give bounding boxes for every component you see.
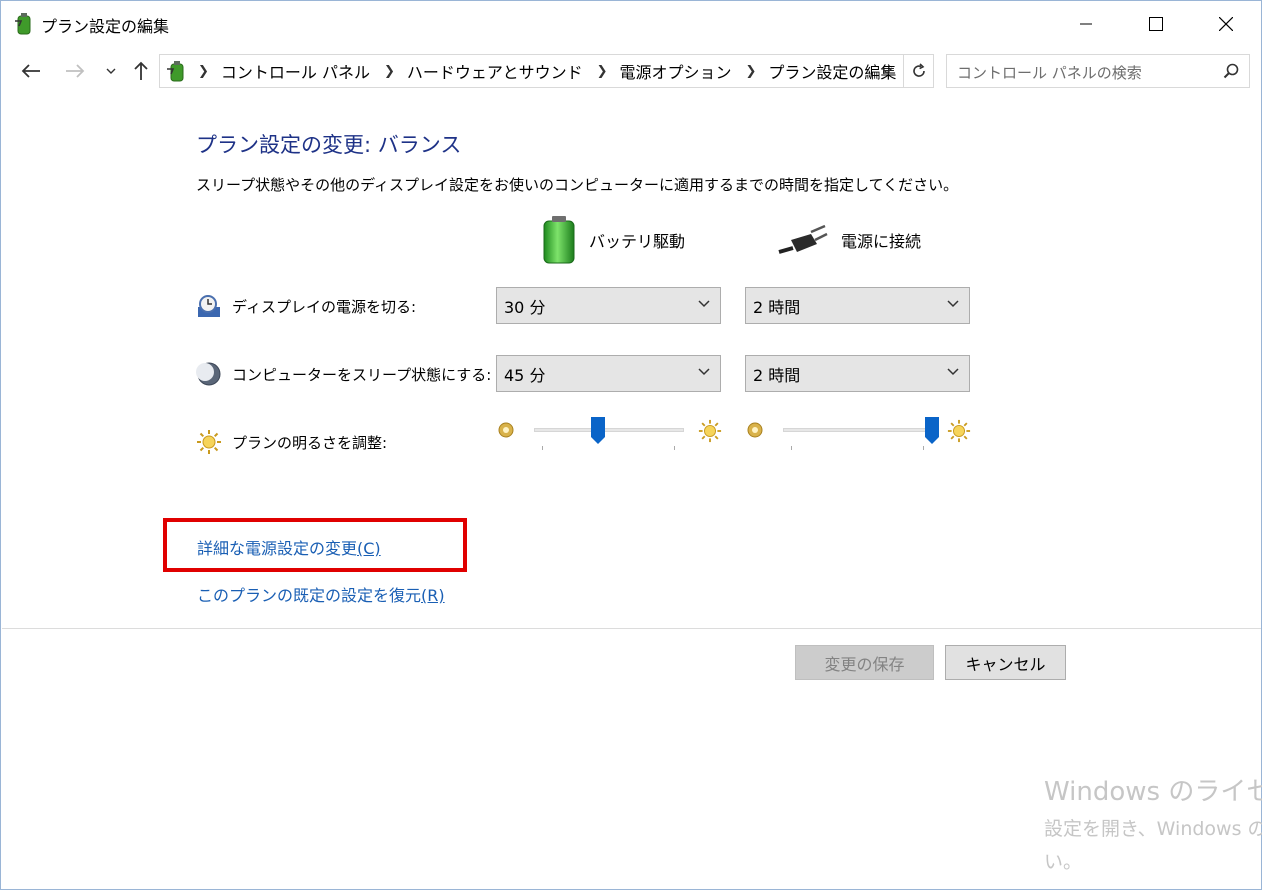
address-bar[interactable]: ❯ コントロール パネル ❯ ハードウェアとサウンド ❯ 電源オプション ❯ プ…: [159, 54, 934, 88]
restore-defaults-accesskey: (R): [421, 586, 445, 605]
dim-sun-icon: [747, 422, 763, 438]
search-input[interactable]: コントロール パネルの検索: [946, 54, 1250, 88]
page-title: プラン設定の変更: バランス: [196, 133, 462, 157]
sun-brightness-icon: [197, 430, 221, 454]
restore-defaults-link[interactable]: このプランの既定の設定を復元(R): [197, 582, 445, 606]
back-button[interactable]: [17, 57, 45, 85]
display-off-row: ディスプレイの電源を切る:: [196, 291, 416, 321]
chevron-down-icon: [698, 368, 710, 376]
slider-thumb[interactable]: [925, 417, 939, 444]
dim-sun-icon: [498, 422, 514, 438]
power-plug-icon: [778, 224, 828, 254]
advanced-settings-accesskey: (C): [357, 539, 381, 558]
up-arrow-icon: [134, 61, 148, 80]
forward-button[interactable]: [61, 57, 89, 85]
maximize-icon: [1149, 17, 1163, 31]
chevron-down-icon: [947, 368, 959, 376]
chevron-down-icon: [106, 68, 116, 74]
sleep-battery-select[interactable]: 45 分: [496, 355, 721, 392]
divider: [2, 628, 1261, 629]
power-options-icon: [13, 12, 35, 36]
watermark-line: 設定を開き、Windows の: [1044, 818, 1262, 840]
slider-thumb[interactable]: [591, 417, 606, 444]
slider-tick: [791, 446, 792, 450]
window-title: プラン設定の編集: [41, 17, 170, 36]
restore-defaults-text: このプランの既定の設定を復元: [197, 586, 422, 605]
minimize-icon: [1080, 23, 1092, 25]
sleep-plugged-value: 2 時間: [753, 365, 801, 385]
slider-track[interactable]: [534, 428, 684, 432]
refresh-icon: [912, 63, 925, 77]
forward-arrow-icon: [66, 64, 85, 78]
chevron-right-icon: ❯: [198, 63, 209, 79]
plugged-column-label: 電源に接続: [841, 232, 922, 251]
address-history-dropdown[interactable]: [875, 55, 899, 87]
refresh-button[interactable]: [903, 55, 933, 87]
window: プラン設定の編集 ❯ コントロール パネル ❯ ハードウェアとサウンド ❯ 電源…: [0, 0, 1262, 890]
display-clock-icon: [198, 295, 220, 317]
close-icon: [1219, 17, 1233, 31]
up-button[interactable]: [129, 57, 153, 85]
bright-sun-icon: [698, 419, 722, 443]
search-icon[interactable]: [1223, 63, 1239, 79]
advanced-settings-text: 詳細な電源設定の変更: [197, 539, 358, 558]
battery-icon: [543, 216, 575, 264]
slider-tick: [923, 446, 924, 450]
chevron-down-icon: [698, 300, 710, 308]
display-off-battery-select[interactable]: 30 分: [496, 287, 721, 324]
brightness-label: プランの明るさを調整:: [232, 433, 388, 452]
cancel-button[interactable]: キャンセル: [945, 645, 1066, 680]
display-off-plugged-select[interactable]: 2 時間: [745, 287, 970, 324]
sleep-label: コンピューターをスリープ状態にする:: [232, 365, 492, 384]
chevron-right-icon[interactable]: ❯: [746, 64, 757, 79]
watermark-line: い。: [1044, 851, 1083, 873]
advanced-settings-link[interactable]: 詳細な電源設定の変更(C): [197, 535, 381, 559]
activation-watermark: Windows のライセ 設定を開き、Windows の い。: [1044, 771, 1262, 874]
power-options-icon: [164, 59, 188, 83]
breadcrumb-power-options[interactable]: 電源オプション: [620, 59, 732, 83]
chevron-right-icon[interactable]: ❯: [384, 64, 395, 79]
title-bar: プラン設定の編集: [1, 1, 1261, 47]
search-placeholder: コントロール パネルの検索: [957, 64, 1142, 82]
slider-tick: [674, 446, 675, 450]
brightness-battery-slider[interactable]: [497, 415, 722, 455]
sleep-battery-value: 45 分: [504, 365, 546, 385]
brightness-row: プランの明るさを調整:: [196, 427, 387, 457]
sleep-row: コンピューターをスリープ状態にする:: [196, 359, 491, 389]
chevron-down-icon: [947, 300, 959, 308]
moon-sleep-icon: [196, 362, 221, 386]
close-button[interactable]: [1191, 1, 1261, 47]
recent-locations-button[interactable]: [101, 57, 121, 85]
watermark-title: Windows のライセ: [1044, 777, 1262, 807]
maximize-button[interactable]: [1121, 1, 1191, 47]
display-off-plugged-value: 2 時間: [753, 297, 801, 317]
page-description: スリープ状態やその他のディスプレイ設定をお使いのコンピューターに適用するまでの時…: [196, 176, 959, 194]
display-off-battery-value: 30 分: [504, 297, 546, 317]
chevron-down-icon: [881, 67, 893, 75]
plugged-column-header: 電源に接続: [777, 215, 921, 265]
display-off-label: ディスプレイの電源を切る:: [232, 297, 417, 316]
brightness-plugged-slider[interactable]: [746, 415, 971, 455]
bright-sun-icon: [947, 419, 971, 443]
breadcrumb-control-panel[interactable]: コントロール パネル: [221, 59, 370, 83]
slider-tick: [542, 446, 543, 450]
minimize-button[interactable]: [1051, 1, 1121, 47]
breadcrumb-hardware-sound[interactable]: ハードウェアとサウンド: [407, 59, 583, 83]
slider-track[interactable]: [783, 428, 933, 432]
back-arrow-icon: [21, 64, 40, 78]
save-changes-button[interactable]: 変更の保存: [795, 645, 934, 680]
battery-column-header: バッテリ駆動: [541, 215, 685, 265]
breadcrumb: ❯ コントロール パネル ❯ ハードウェアとサウンド ❯ 電源オプション ❯ プ…: [196, 55, 908, 87]
chevron-right-icon[interactable]: ❯: [597, 64, 608, 79]
battery-column-label: バッテリ駆動: [589, 232, 686, 251]
sleep-plugged-select[interactable]: 2 時間: [745, 355, 970, 392]
